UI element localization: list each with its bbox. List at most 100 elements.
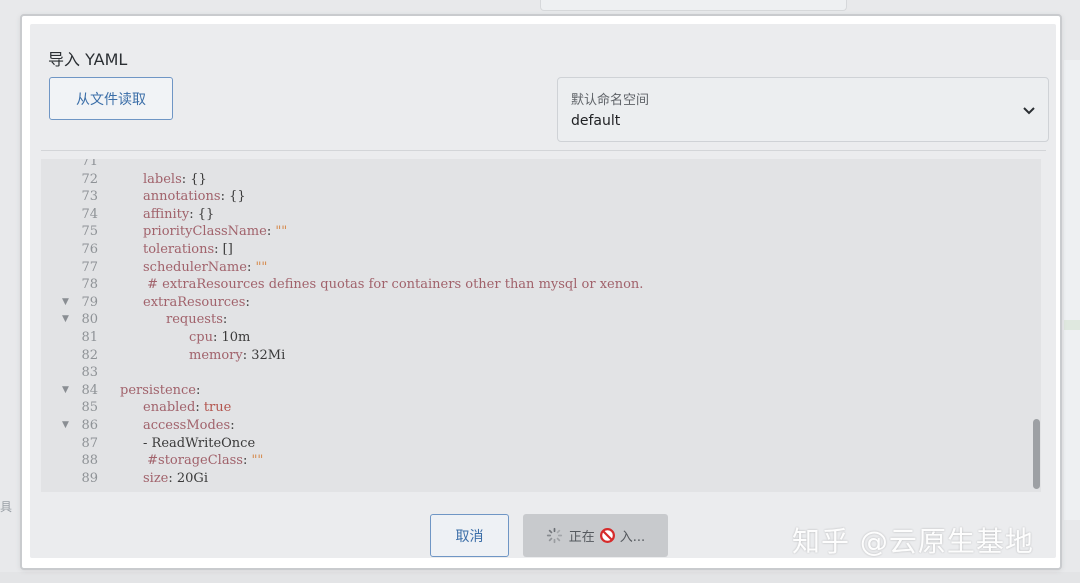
import-label-prefix: 正在 (568, 530, 595, 545)
code-token: tolerations (143, 242, 215, 257)
code-line[interactable]: 81 cpu: 10m (41, 329, 1031, 347)
code-token: : 20Gi (168, 470, 208, 486)
code-line[interactable]: ▼ 86 accessModes: (41, 417, 1031, 435)
code-line[interactable]: ▼ 84 persistence: (41, 382, 1031, 400)
code-text: schedulerName: "" (143, 259, 267, 277)
editor-scrollbar[interactable] (1031, 159, 1041, 492)
dialog-body: 导入 YAML 从文件读取 默认命名空间 default 71 72 labels:… (30, 24, 1056, 558)
yaml-editor[interactable]: 71 72 labels: {} 73 annotations: {} 74 affinit… (41, 159, 1041, 492)
watermark-text: 知乎 @云原生基地 (792, 525, 1034, 558)
line-number: 89 (81, 470, 98, 486)
code-line[interactable]: 88 #storageClass: "" (41, 452, 1031, 470)
code-line[interactable]: 83 (41, 364, 1031, 382)
code-token: cpu (189, 330, 213, 345)
code-text: accessModes: (143, 417, 235, 435)
code-text: annotations: {} (143, 188, 246, 206)
background-row-highlight (1064, 320, 1080, 330)
code-token: #storageClass (143, 453, 243, 469)
code-text: extraResources: (143, 294, 250, 312)
code-text: memory: 32Mi (189, 347, 285, 365)
fold-toggle-icon[interactable]: ▼ (62, 417, 69, 435)
line-number: 88 (81, 453, 98, 469)
fold-toggle-icon[interactable]: ▼ (62, 311, 69, 329)
code-token: : {} (189, 206, 215, 222)
code-line[interactable]: 71 (41, 159, 1031, 171)
code-text: persistence: (120, 382, 200, 400)
code-token: # extraResources defines quotas for cont… (143, 277, 644, 293)
background-bottom-bar (0, 572, 1080, 583)
code-token: : 10m (212, 330, 251, 345)
background-panel-edge (1064, 60, 1080, 520)
code-token: size (143, 470, 169, 486)
code-text: # extraResources defines quotas for cont… (143, 276, 643, 294)
code-token: accessModes (143, 418, 231, 433)
code-line[interactable]: 77 schedulerName: "" (41, 259, 1031, 277)
code-text: tolerations: [] (143, 241, 233, 259)
code-text: #storageClass: "" (143, 452, 263, 470)
import-yaml-dialog: 导入 YAML 从文件读取 默认命名空间 default 71 72 labels:… (20, 14, 1062, 570)
namespace-value: default (571, 113, 621, 129)
code-token: true (203, 400, 232, 416)
line-number: 79 (81, 294, 98, 310)
line-number: 87 (81, 435, 98, 451)
code-line[interactable]: 87 - ReadWriteOnce (41, 435, 1031, 453)
code-token: labels (143, 171, 182, 187)
dialog-title: 导入 YAML (48, 50, 128, 69)
code-token: memory (189, 347, 243, 363)
code-token: : (222, 312, 228, 328)
fold-toggle-icon[interactable]: ▼ (62, 294, 69, 312)
code-token: : {} (220, 189, 246, 205)
code-line[interactable]: 78 # extraResources defines quotas for c… (41, 276, 1031, 294)
code-line[interactable]: 74 affinity: {} (41, 206, 1031, 224)
code-token: enabled (143, 400, 196, 416)
code-token: : (245, 294, 250, 310)
code-line[interactable]: ▼ 80 requests: (41, 311, 1031, 329)
scrollbar-thumb[interactable] (1033, 419, 1040, 489)
line-number: 72 (81, 171, 98, 187)
background-sidebar-text: 具 (0, 500, 13, 514)
code-token: "" (255, 259, 268, 275)
import-button[interactable]: 正在 入... (523, 514, 668, 557)
fold-toggle-icon[interactable]: ▼ (62, 382, 69, 400)
code-token: : (196, 382, 201, 398)
code-line[interactable]: 75 priorityClassName: "" (41, 223, 1031, 241)
code-line[interactable]: 72 labels: {} (41, 171, 1031, 189)
line-number: 86 (81, 418, 98, 433)
import-label-suffix: 入... (619, 530, 646, 545)
code-token: : (195, 400, 204, 416)
line-number: 74 (81, 206, 98, 222)
code-token: persistence (120, 382, 196, 398)
code-line[interactable]: 76 tolerations: [] (41, 241, 1031, 259)
code-token: schedulerName (143, 259, 247, 275)
code-text: priorityClassName: "" (143, 223, 287, 241)
line-number: 82 (81, 347, 98, 363)
line-number: 83 (81, 365, 98, 381)
code-line[interactable]: 73 annotations: {} (41, 188, 1031, 206)
line-number: 84 (81, 382, 98, 398)
code-token: extraResources (143, 294, 246, 310)
line-number: 78 (81, 277, 98, 293)
code-line[interactable]: 85 enabled: true (41, 399, 1031, 417)
code-token: - ReadWriteOnce (143, 435, 256, 451)
code-text: - ReadWriteOnce (143, 435, 255, 453)
read-from-file-button[interactable]: 从文件读取 (49, 77, 173, 120)
code-token: requests (166, 312, 223, 328)
line-number: 81 (81, 330, 98, 345)
code-token: "" (275, 224, 288, 240)
code-line[interactable]: 82 memory: 32Mi (41, 347, 1031, 365)
code-text: enabled: true (143, 399, 231, 417)
code-text: labels: {} (143, 171, 207, 189)
namespace-label: 默认命名空间 (571, 93, 650, 108)
code-line[interactable]: ▼ 79 extraResources: (41, 294, 1031, 312)
line-number: 75 (81, 224, 98, 240)
not-allowed-cursor-icon (599, 528, 615, 543)
code-token: : {} (181, 171, 207, 187)
cancel-button[interactable]: 取消 (430, 514, 509, 557)
code-token: annotations (143, 189, 221, 205)
code-text: cpu: 10m (189, 329, 250, 347)
default-namespace-select[interactable]: 默认命名空间 default (557, 77, 1049, 142)
code-token: priorityClassName (143, 224, 267, 240)
chevron-down-icon (1023, 107, 1035, 115)
line-number: 85 (81, 400, 98, 416)
code-line[interactable]: 89 size: 20Gi (41, 470, 1031, 488)
